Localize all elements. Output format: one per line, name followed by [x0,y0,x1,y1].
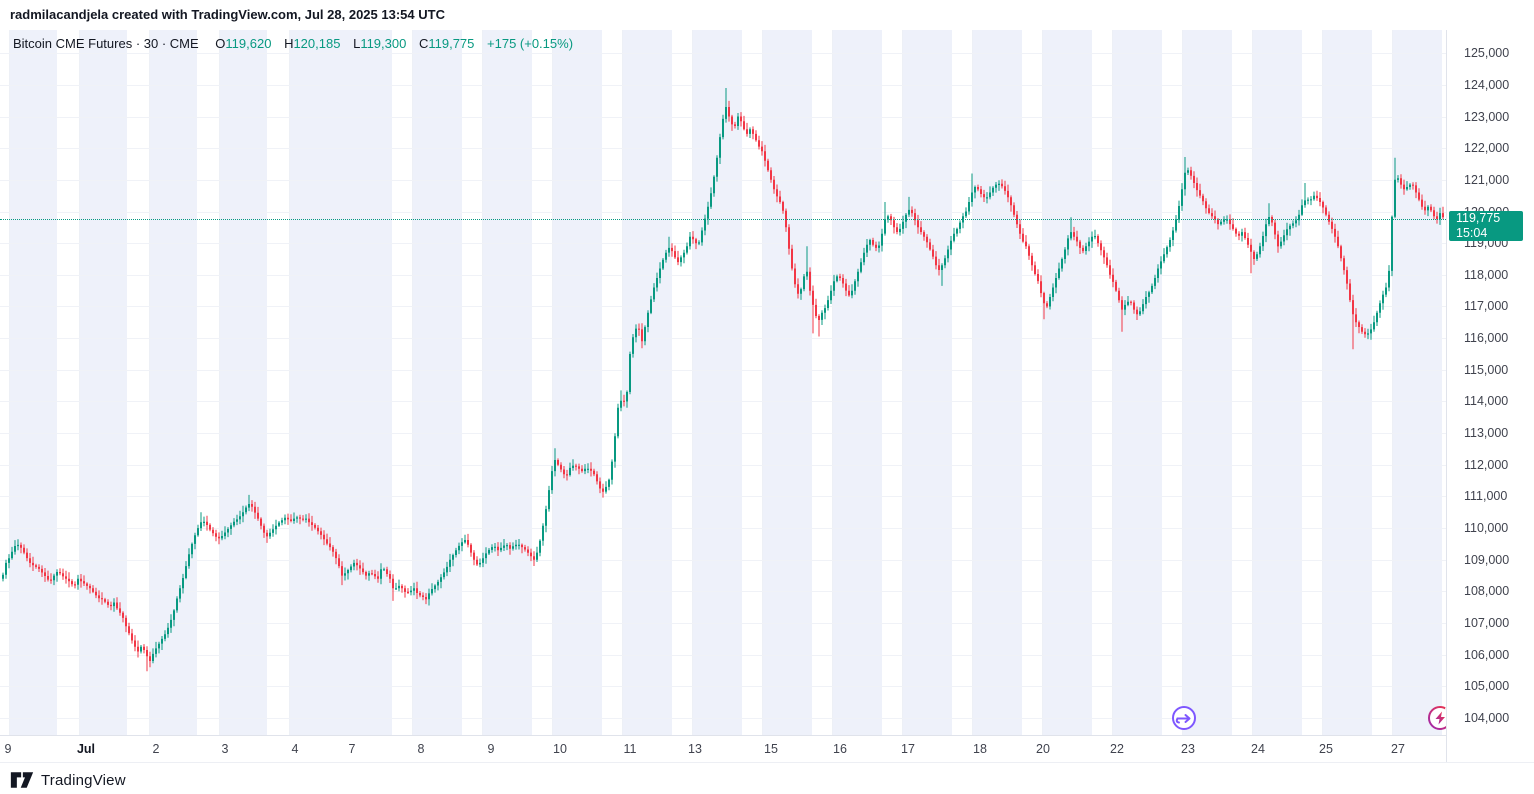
candlestick-layer [0,30,1446,735]
x-tick-label: 25 [1319,736,1333,762]
y-tick-label: 125,000 [1464,45,1509,61]
y-tick-label: 111,000 [1464,488,1507,504]
last-price-badge: 119,775 15:04 [1449,211,1523,241]
x-tick-label: 16 [833,736,847,762]
x-tick-label: 8 [418,736,425,762]
x-tick-label: 18 [973,736,987,762]
bottom-separator [0,762,1534,763]
low-value: 119,300 [360,36,406,51]
x-tick-label: 13 [688,736,702,762]
lightning-circle-icon[interactable] [1426,704,1446,732]
x-tick-label: 11 [624,736,637,762]
price-axis[interactable]: 104,000 105,000 106,000 107,000 108,000 109,0… [1446,30,1534,762]
y-tick-label: 108,000 [1464,583,1509,599]
attribution-text: radmilacandjela created with TradingView… [10,7,445,22]
symbol-legend[interactable]: Bitcoin CME Futures · 30 · CME O119,620 … [13,36,573,51]
y-tick-label: 124,000 [1464,77,1509,93]
x-tick-label: 2 [153,736,160,762]
y-tick-label: 115,000 [1464,362,1508,378]
x-tick-label: 22 [1110,736,1124,762]
x-tick-label: 9 [488,736,495,762]
high-value: 120,185 [293,36,340,51]
change-value: +175 (+0.15%) [487,36,573,51]
tradingview-logo-text[interactable]: TradingView [41,772,126,789]
chart-pane[interactable]: Bitcoin CME Futures · 30 · CME O119,620 … [0,30,1446,735]
y-tick-label: 117,000 [1464,298,1508,314]
x-tick-label: 9 [5,736,12,762]
attribution-bar: radmilacandjela created with TradingView… [0,0,1534,30]
y-tick-label: 104,000 [1464,710,1509,726]
y-tick-label: 106,000 [1464,647,1509,663]
x-tick-label: 4 [292,736,299,762]
close-value: 119,775 [428,36,474,51]
x-tick-label: Jul [77,736,95,762]
arrow-right-circle-icon[interactable] [1170,704,1198,732]
symbol-title[interactable]: Bitcoin CME Futures · 30 · CME [13,36,199,51]
y-tick-label: 121,000 [1464,172,1509,188]
tradingview-logo-icon[interactable] [10,769,34,791]
y-tick-label: 123,000 [1464,109,1509,125]
last-price-line [0,219,1446,220]
y-tick-label: 122,000 [1464,140,1509,156]
y-tick-label: 112,000 [1464,457,1508,473]
x-tick-label: 10 [553,736,567,762]
x-tick-label: 3 [222,736,229,762]
y-tick-label: 116,000 [1464,330,1508,346]
x-tick-label: 27 [1391,736,1405,762]
badge-price: 119,775 [1456,211,1523,226]
x-tick-label: 7 [349,736,356,762]
y-tick-label: 110,000 [1464,520,1508,536]
y-tick-label: 105,000 [1464,678,1509,694]
y-tick-label: 118,000 [1464,267,1508,283]
close-label: C [419,36,428,51]
y-tick-label: 114,000 [1464,393,1508,409]
badge-countdown: 15:04 [1456,226,1523,241]
x-tick-label: 23 [1181,736,1195,762]
x-tick-label: 17 [901,736,915,762]
x-tick-label: 20 [1036,736,1050,762]
open-value: 119,620 [225,36,271,51]
pane-bottom-border [0,735,1446,736]
time-axis[interactable]: 9Jul23478910111315161718202223242527 [0,735,1446,762]
open-label: O [215,36,225,51]
x-tick-label: 15 [764,736,778,762]
footer: TradingView [10,766,126,794]
tradingview-chart-screenshot: radmilacandjela created with TradingView… [0,0,1534,794]
y-tick-label: 109,000 [1464,552,1509,568]
x-tick-label: 24 [1251,736,1265,762]
y-tick-label: 113,000 [1464,425,1508,441]
y-tick-label: 107,000 [1464,615,1509,631]
